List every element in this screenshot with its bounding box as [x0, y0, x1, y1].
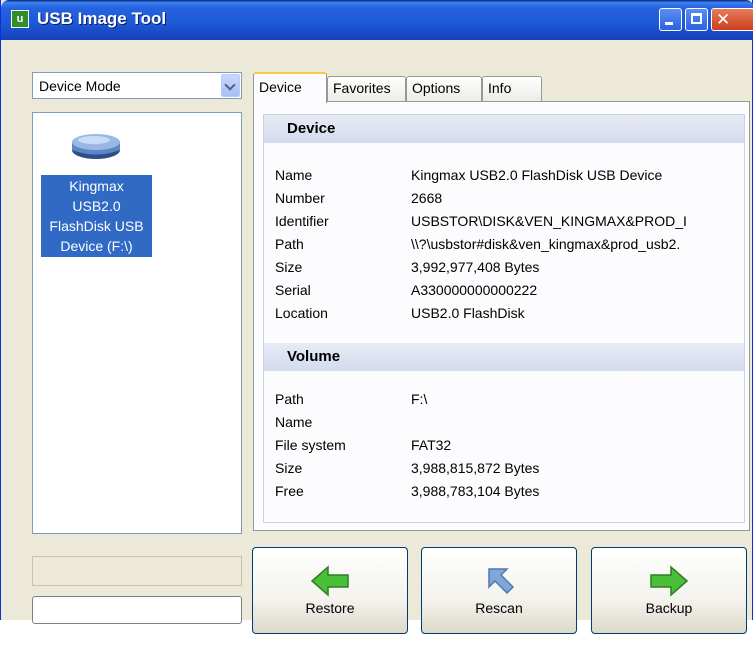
- prop-value: USB2.0 FlashDisk: [411, 305, 525, 321]
- maximize-button[interactable]: [685, 8, 708, 31]
- device-section-header: Device: [264, 115, 744, 143]
- mode-select[interactable]: Device Mode: [32, 72, 242, 99]
- close-button[interactable]: ✕: [711, 8, 753, 31]
- rescan-label: Rescan: [475, 600, 523, 616]
- prop-row: Path \\?\usbstor#disk&ven_kingmax&prod_u…: [275, 236, 745, 259]
- prop-label: Size: [275, 259, 303, 275]
- prop-label: Serial: [275, 282, 311, 298]
- backup-label: Backup: [645, 600, 693, 616]
- prop-label: Identifier: [275, 213, 329, 229]
- prop-value: 3,992,977,408 Bytes: [411, 259, 540, 275]
- minimize-icon: [665, 22, 673, 25]
- tab-options[interactable]: Options: [406, 76, 482, 102]
- mode-select-value: Device Mode: [39, 78, 121, 94]
- device-item-label: Kingmax USB2.0 FlashDisk USB Device (F:\…: [41, 175, 152, 257]
- status-field: [32, 556, 242, 586]
- prop-row: Serial A330000000000222: [275, 282, 745, 305]
- prop-label: Name: [275, 414, 313, 430]
- prop-label: Name: [275, 167, 313, 183]
- window-title: USB Image Tool: [37, 9, 167, 28]
- prop-row: Name: [275, 414, 745, 437]
- tab-info[interactable]: Info: [482, 76, 542, 102]
- device-tab-panel: Device Name Kingmax USB2.0 FlashDisk USB…: [253, 101, 750, 531]
- prop-label: Free: [275, 483, 304, 499]
- tab-device[interactable]: Device: [253, 72, 327, 103]
- prop-row: Free 3,988,783,104 Bytes: [275, 483, 745, 506]
- volume-section-header: Volume: [264, 343, 744, 371]
- prop-row: Location USB2.0 FlashDisk: [275, 305, 745, 328]
- arrow-left-icon: [310, 565, 349, 597]
- prop-value: Kingmax USB2.0 FlashDisk USB Device: [411, 167, 663, 183]
- device-label-line: Device (F:\): [60, 238, 133, 254]
- prop-row: Size 3,988,815,872 Bytes: [275, 460, 745, 483]
- prop-row: Number 2668: [275, 190, 745, 213]
- prop-row: File system FAT32: [275, 437, 745, 460]
- prop-row: Size 3,992,977,408 Bytes: [275, 259, 745, 282]
- app-window: u USB Image Tool ✕ Device Mode Kingmax U…: [0, 0, 753, 634]
- prop-value: 2668: [411, 190, 443, 206]
- prop-row: Identifier USBSTOR\DISK&VEN_KINGMAX&PROD…: [275, 213, 745, 236]
- rescan-button[interactable]: Rescan: [421, 547, 577, 634]
- progress-bar: [32, 596, 242, 624]
- prop-label: Location: [275, 305, 328, 321]
- device-label-line: FlashDisk USB: [49, 218, 144, 234]
- arrow-right-icon: [650, 565, 689, 597]
- maximize-icon: [691, 13, 702, 24]
- device-label-line: Kingmax: [69, 178, 124, 194]
- prop-row: Name Kingmax USB2.0 FlashDisk USB Device: [275, 167, 745, 190]
- prop-label: Number: [275, 190, 325, 206]
- prop-label: Path: [275, 391, 304, 407]
- prop-label: File system: [275, 437, 346, 453]
- prop-value: F:\: [411, 391, 428, 407]
- title-bar[interactable]: u USB Image Tool ✕: [1, 0, 753, 40]
- prop-value: 3,988,783,104 Bytes: [411, 483, 540, 499]
- close-icon: ✕: [716, 10, 731, 29]
- chevron-down-icon[interactable]: [221, 74, 240, 97]
- app-icon: u: [11, 10, 29, 28]
- prop-label: Path: [275, 236, 304, 252]
- device-list[interactable]: Kingmax USB2.0 FlashDisk USB Device (F:\…: [32, 112, 242, 534]
- arrow-rescan-icon: [488, 568, 515, 595]
- usb-drive-icon: [72, 134, 120, 159]
- prop-label: Size: [275, 460, 303, 476]
- restore-button[interactable]: Restore: [252, 547, 408, 634]
- prop-value: 3,988,815,872 Bytes: [411, 460, 540, 476]
- properties-group: Device Name Kingmax USB2.0 FlashDisk USB…: [263, 114, 745, 523]
- backup-button[interactable]: Backup: [591, 547, 747, 634]
- prop-row: Path F:\: [275, 391, 745, 414]
- prop-value: USBSTOR\DISK&VEN_KINGMAX&PROD_I: [411, 213, 687, 229]
- minimize-button[interactable]: [659, 8, 682, 31]
- prop-value: A330000000000222: [411, 282, 538, 298]
- tab-favorites[interactable]: Favorites: [327, 76, 406, 102]
- restore-label: Restore: [305, 600, 355, 616]
- device-label-line: USB2.0: [72, 198, 121, 214]
- prop-value: \\?\usbstor#disk&ven_kingmax&prod_usb2.: [411, 236, 681, 252]
- prop-value: FAT32: [411, 437, 452, 453]
